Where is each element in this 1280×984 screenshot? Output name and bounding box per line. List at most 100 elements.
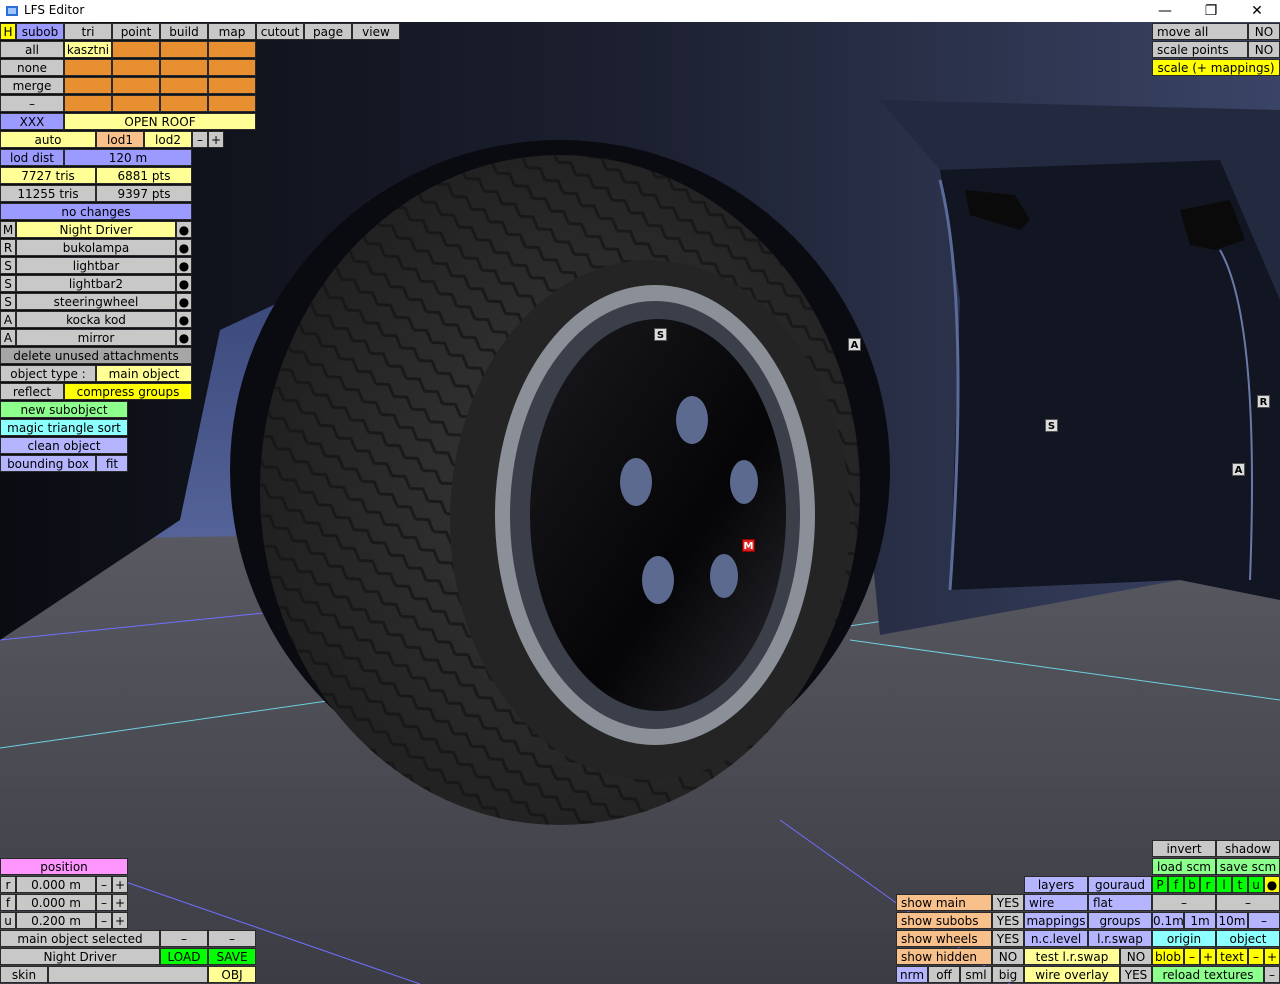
dash-button[interactable]: – bbox=[1264, 966, 1280, 983]
magic-triangle-sort-button[interactable]: magic triangle sort bbox=[0, 419, 128, 436]
test-lr-swap-toggle[interactable]: NO bbox=[1120, 948, 1152, 965]
close-button[interactable]: ✕ bbox=[1234, 0, 1280, 22]
attachment-item[interactable]: steeringwheel bbox=[16, 293, 176, 310]
lod-dist-value[interactable]: 120 m bbox=[64, 149, 192, 166]
tab-cutout[interactable]: cutout bbox=[256, 23, 304, 40]
attachment-item[interactable]: kocka kod bbox=[16, 311, 176, 328]
subobject-slot[interactable] bbox=[208, 59, 256, 76]
h-button[interactable]: H bbox=[0, 23, 16, 40]
lod2-button[interactable]: lod2 bbox=[144, 131, 192, 148]
show-wheels-toggle[interactable]: YES bbox=[992, 930, 1024, 947]
maximize-button[interactable]: ❐ bbox=[1188, 0, 1234, 22]
subobject-name-field[interactable]: OPEN ROOF bbox=[64, 113, 256, 130]
text-minus-button[interactable]: – bbox=[1248, 948, 1264, 965]
position-r-minus[interactable]: – bbox=[96, 876, 112, 893]
lod1-button[interactable]: lod1 bbox=[96, 131, 144, 148]
nrm-button[interactable]: nrm bbox=[896, 966, 928, 983]
view-letter-l[interactable]: l bbox=[1216, 876, 1232, 893]
object-type-value[interactable]: main object bbox=[96, 365, 192, 382]
wire-overlay-toggle[interactable]: YES bbox=[1120, 966, 1152, 983]
sml-button[interactable]: sml bbox=[960, 966, 992, 983]
show-hidden-toggle[interactable]: NO bbox=[992, 948, 1024, 965]
reflect-button[interactable]: reflect bbox=[0, 383, 64, 400]
position-r-field[interactable]: 0.000 m bbox=[16, 876, 96, 893]
attachment-item[interactable]: Night Driver bbox=[16, 221, 176, 238]
off-button[interactable]: off bbox=[928, 966, 960, 983]
lr-swap-button[interactable]: l.r.swap bbox=[1088, 930, 1152, 947]
subobject-slot[interactable] bbox=[160, 59, 208, 76]
scale-points-label[interactable]: scale points bbox=[1152, 41, 1248, 58]
load-button[interactable]: LOAD bbox=[160, 948, 208, 965]
blob-minus-button[interactable]: – bbox=[1184, 948, 1200, 965]
test-lr-swap-label[interactable]: test l.r.swap bbox=[1024, 948, 1120, 965]
subobject-slot[interactable] bbox=[112, 41, 160, 58]
wire-overlay-label[interactable]: wire overlay bbox=[1024, 966, 1120, 983]
subobject-slot[interactable] bbox=[112, 95, 160, 112]
delete-unused-attachments-button[interactable]: delete unused attachments bbox=[0, 347, 192, 364]
clean-object-button[interactable]: clean object bbox=[0, 437, 128, 454]
save-button[interactable]: SAVE bbox=[208, 948, 256, 965]
view-dot[interactable]: ● bbox=[1264, 876, 1280, 893]
lod-plus-button[interactable]: + bbox=[208, 131, 224, 148]
subobject-slot[interactable] bbox=[64, 59, 112, 76]
wire-button[interactable]: wire bbox=[1024, 894, 1088, 911]
attachment-select-dot[interactable]: ● bbox=[176, 221, 192, 238]
obj-button[interactable]: OBJ bbox=[208, 966, 256, 983]
position-u-field[interactable]: 0.200 m bbox=[16, 912, 96, 929]
skin-field[interactable] bbox=[48, 966, 208, 983]
tab-page[interactable]: page bbox=[304, 23, 352, 40]
shadow-button[interactable]: shadow bbox=[1216, 840, 1280, 857]
dash-button[interactable]: – bbox=[1152, 894, 1216, 911]
attachment-select-dot[interactable]: ● bbox=[176, 275, 192, 292]
origin-button[interactable]: origin bbox=[1152, 930, 1216, 947]
tab-view[interactable]: view bbox=[352, 23, 400, 40]
show-main-toggle[interactable]: YES bbox=[992, 894, 1024, 911]
attachment-select-dot[interactable]: ● bbox=[176, 257, 192, 274]
position-f-minus[interactable]: – bbox=[96, 894, 112, 911]
save-scm-button[interactable]: save scm bbox=[1216, 858, 1280, 875]
dash-button[interactable]: – bbox=[160, 930, 208, 947]
text-plus-button[interactable]: + bbox=[1264, 948, 1280, 965]
blob-button[interactable]: blob bbox=[1152, 948, 1184, 965]
attachment-item[interactable]: bukolampa bbox=[16, 239, 176, 256]
attachment-select-dot[interactable]: ● bbox=[176, 293, 192, 310]
move-all-toggle[interactable]: NO bbox=[1248, 23, 1280, 40]
position-f-field[interactable]: 0.000 m bbox=[16, 894, 96, 911]
merge-button[interactable]: merge bbox=[0, 77, 64, 94]
tab-tri[interactable]: tri bbox=[64, 23, 112, 40]
object-button[interactable]: object bbox=[1216, 930, 1280, 947]
gouraud-button[interactable]: gouraud bbox=[1088, 876, 1152, 893]
marker-s[interactable]: S bbox=[654, 328, 667, 341]
subobject-slot[interactable] bbox=[208, 77, 256, 94]
layers-button[interactable]: layers bbox=[1024, 876, 1088, 893]
view-letter-t[interactable]: t bbox=[1232, 876, 1248, 893]
lod-auto-button[interactable]: auto bbox=[0, 131, 96, 148]
view-letter-f[interactable]: f bbox=[1168, 876, 1184, 893]
invert-button[interactable]: invert bbox=[1152, 840, 1216, 857]
show-subobs-toggle[interactable]: YES bbox=[992, 912, 1024, 929]
marker-a[interactable]: A bbox=[1232, 463, 1245, 476]
scale-points-toggle[interactable]: NO bbox=[1248, 41, 1280, 58]
step-10m-button[interactable]: 10m bbox=[1216, 912, 1248, 929]
object-name-field[interactable]: Night Driver bbox=[0, 948, 160, 965]
scale-mappings-button[interactable]: scale (+ mappings) bbox=[1152, 59, 1280, 76]
subobject-slot-kasztni[interactable]: kasztni bbox=[64, 41, 112, 58]
show-main-label[interactable]: show main bbox=[896, 894, 992, 911]
dash-button[interactable]: – bbox=[208, 930, 256, 947]
fit-button[interactable]: fit bbox=[96, 455, 128, 472]
marker-m[interactable]: M bbox=[742, 539, 755, 552]
view-letter-b[interactable]: b bbox=[1184, 876, 1200, 893]
3d-viewport[interactable]: S A R S A M bbox=[0, 22, 1280, 984]
show-subobs-label[interactable]: show subobs bbox=[896, 912, 992, 929]
subobject-slot[interactable] bbox=[160, 95, 208, 112]
load-scm-button[interactable]: load scm bbox=[1152, 858, 1216, 875]
flat-button[interactable]: flat bbox=[1088, 894, 1152, 911]
attachment-select-dot[interactable]: ● bbox=[176, 311, 192, 328]
tab-map[interactable]: map bbox=[208, 23, 256, 40]
reload-textures-button[interactable]: reload textures bbox=[1152, 966, 1264, 983]
marker-a[interactable]: A bbox=[848, 338, 861, 351]
select-all-button[interactable]: all bbox=[0, 41, 64, 58]
step-01m-button[interactable]: 0.1m bbox=[1152, 912, 1184, 929]
subobject-slot[interactable] bbox=[208, 41, 256, 58]
step-minus-button[interactable]: – bbox=[1248, 912, 1280, 929]
